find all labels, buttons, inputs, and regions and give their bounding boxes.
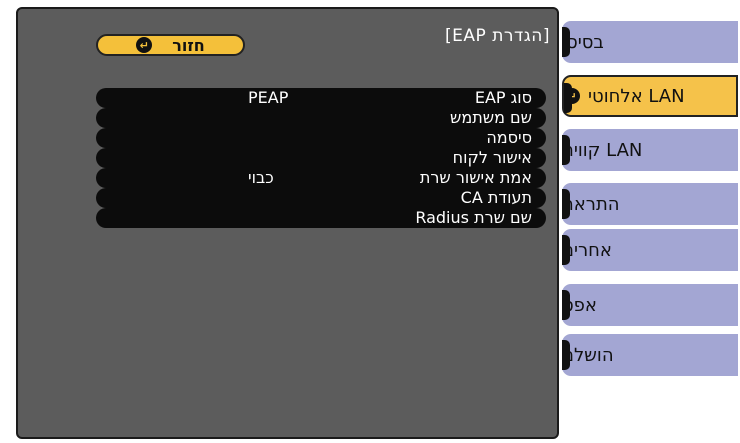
tab-label: LAN קווית (562, 139, 643, 161)
tab-notification[interactable]: התראה (562, 183, 738, 225)
tab-complete[interactable]: הושלם (562, 334, 738, 376)
tab-knob (562, 340, 570, 370)
back-button-label: חזור (172, 35, 205, 55)
enter-icon: ↵ (136, 37, 153, 53)
setting-row-password[interactable]: סיסמה (96, 128, 546, 148)
tab-knob (562, 235, 570, 265)
setting-label: שם משתמש (450, 108, 532, 127)
setting-row-eap-type[interactable]: סוג EAP PEAP (96, 88, 546, 108)
tab-wireless-lan[interactable]: LAN אלחוטי ↵ (562, 75, 738, 117)
tab-knob (562, 27, 570, 57)
panel-title: [הגדרת EAP] (445, 26, 550, 46)
tab-reset[interactable]: אפס (562, 284, 738, 326)
tab-others[interactable]: אחרים (562, 229, 738, 271)
tab-knob (562, 135, 570, 165)
setting-label: אמת אישור שרת (419, 168, 532, 187)
setting-label: תעודת CA (460, 188, 532, 207)
setting-row-radius-server-name[interactable]: שם שרת Radius (96, 208, 546, 228)
setting-row-username[interactable]: שם משתמש (96, 108, 546, 128)
setting-row-ca-certificate[interactable]: תעודת CA (96, 188, 546, 208)
tab-knob (564, 83, 572, 113)
tab-label: LAN אלחוטי (588, 85, 685, 107)
setting-row-client-certificate[interactable]: אישור לקוח (96, 148, 546, 168)
tab-label: התראה (562, 193, 620, 215)
tab-basic[interactable]: בסיסי (562, 21, 738, 63)
tab-knob (562, 189, 570, 219)
setting-value: PEAP (248, 88, 289, 107)
setting-row-verify-server-cert[interactable]: אמת אישור שרת כבוי (96, 168, 546, 188)
setting-value: כבוי (248, 168, 274, 187)
setting-label: אישור לקוח (452, 148, 532, 167)
setting-label: סוג EAP (474, 88, 532, 107)
tab-wired-lan[interactable]: LAN קווית (562, 129, 738, 171)
setting-label: שם שרת Radius (415, 208, 532, 227)
setting-label: סיסמה (486, 128, 532, 147)
tab-knob (562, 290, 570, 320)
back-button[interactable]: חזור ↵ (96, 34, 245, 56)
